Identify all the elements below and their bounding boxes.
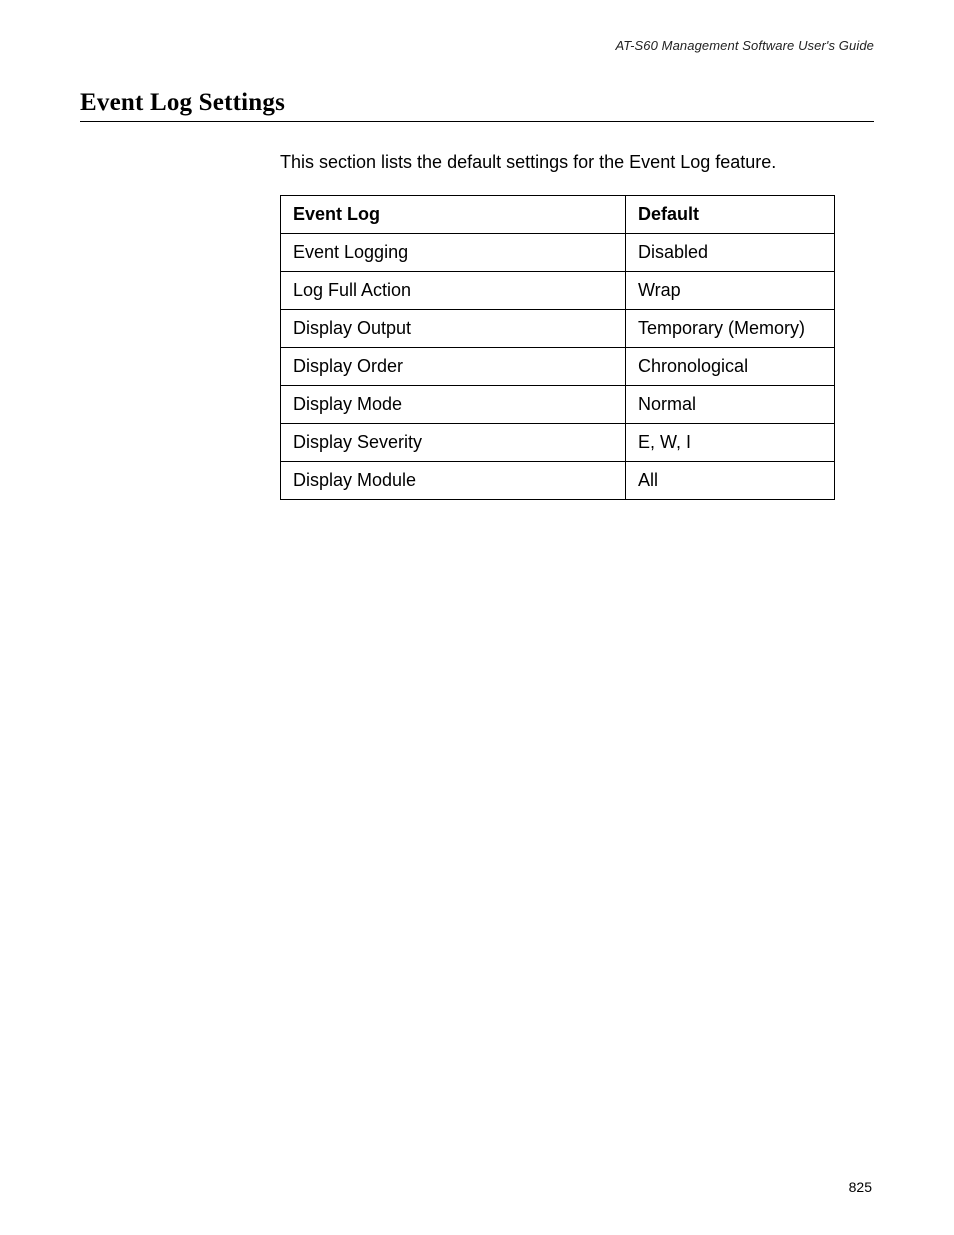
- table-cell-setting: Event Logging: [281, 234, 626, 272]
- table-row: Display Module All: [281, 462, 835, 500]
- content-block: This section lists the default settings …: [280, 152, 874, 500]
- table-row: Display Order Chronological: [281, 348, 835, 386]
- page-number: 825: [849, 1179, 872, 1195]
- table-cell-default: Chronological: [626, 348, 835, 386]
- table-cell-setting: Display Order: [281, 348, 626, 386]
- table-cell-setting: Display Module: [281, 462, 626, 500]
- table-header-setting: Event Log: [281, 196, 626, 234]
- table-row: Event Logging Disabled: [281, 234, 835, 272]
- running-header: AT-S60 Management Software User's Guide: [80, 38, 874, 53]
- section-title: Event Log Settings: [80, 89, 874, 122]
- table-row: Display Output Temporary (Memory): [281, 310, 835, 348]
- table-cell-setting: Display Mode: [281, 386, 626, 424]
- table-cell-setting: Log Full Action: [281, 272, 626, 310]
- intro-text: This section lists the default settings …: [280, 152, 874, 173]
- table-cell-default: All: [626, 462, 835, 500]
- table-row: Display Mode Normal: [281, 386, 835, 424]
- settings-table: Event Log Default Event Logging Disabled…: [280, 195, 835, 500]
- table-cell-setting: Display Output: [281, 310, 626, 348]
- table-cell-default: E, W, I: [626, 424, 835, 462]
- table-header-default: Default: [626, 196, 835, 234]
- table-cell-default: Disabled: [626, 234, 835, 272]
- table-cell-default: Wrap: [626, 272, 835, 310]
- table-row: Display Severity E, W, I: [281, 424, 835, 462]
- table-cell-setting: Display Severity: [281, 424, 626, 462]
- table-header-row: Event Log Default: [281, 196, 835, 234]
- page: AT-S60 Management Software User's Guide …: [0, 0, 954, 1235]
- table-cell-default: Normal: [626, 386, 835, 424]
- table-cell-default: Temporary (Memory): [626, 310, 835, 348]
- table-row: Log Full Action Wrap: [281, 272, 835, 310]
